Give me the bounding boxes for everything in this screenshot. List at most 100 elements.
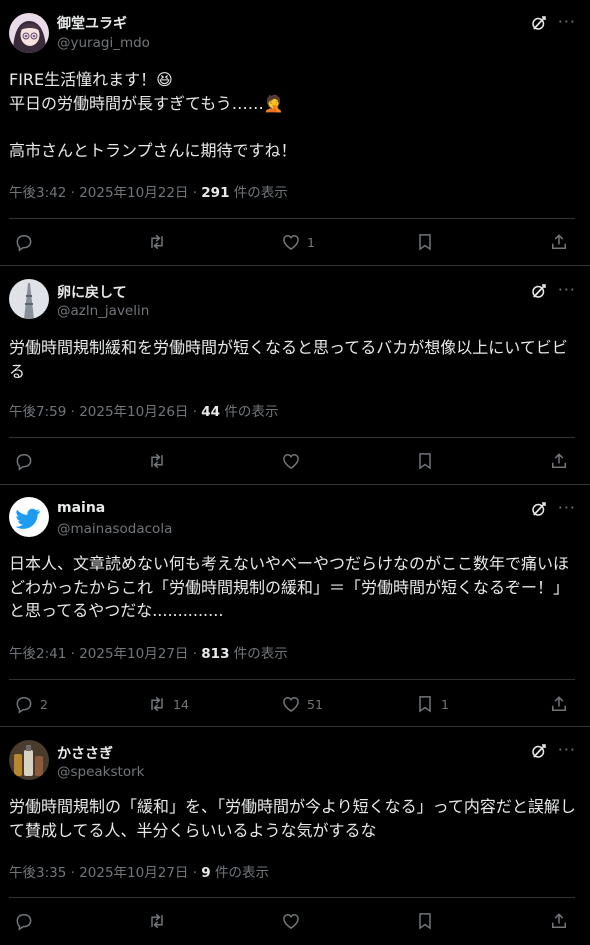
more-options-button[interactable]: ··· [558,500,576,516]
bookmark-button[interactable] [415,449,441,473]
like-button[interactable] [281,909,307,933]
repost-count: 14 [173,696,189,712]
like-button[interactable]: 1 [281,230,315,254]
more-options-button[interactable]: ··· [558,742,576,758]
share-icon [549,911,569,931]
repost-icon [147,694,167,714]
avatar-bird-image [9,497,49,537]
post-meta[interactable]: 午後3:35 · 2025年10月27日 · 9 件の表示 [9,861,269,881]
view-count-label: 件の表示 [229,646,288,662]
post-2[interactable]: 卵に戻して @azln_javelin ··· 労働時間規制緩和を労働時間が短く… [0,266,590,485]
view-count: 813 [201,646,230,662]
reply-count: 2 [40,696,48,712]
post-timestamp[interactable]: 午後3:42 · 2025年10月22日 · [9,185,201,201]
view-count: 9 [201,865,211,881]
share-button[interactable] [549,692,569,716]
post-timestamp[interactable]: 午後2:41 · 2025年10月27日 · [9,646,201,662]
user-handle[interactable]: @speakstork [57,764,144,780]
display-name[interactable]: 卵に戻して [57,282,127,302]
post-meta[interactable]: 午後7:59 · 2025年10月26日 · 44 件の表示 [9,400,278,420]
divider [9,437,575,438]
repost-button[interactable] [147,909,173,933]
action-bar: 2 14 51 1 [0,692,590,716]
post-meta[interactable]: 午後2:41 · 2025年10月27日 · 813 件の表示 [9,642,288,662]
share-icon [549,232,569,252]
grok-icon[interactable] [530,282,548,300]
more-options-button[interactable]: ··· [558,282,576,298]
user-handle[interactable]: @mainasodacola [57,521,172,537]
post-timestamp[interactable]: 午後3:35 · 2025年10月27日 · [9,865,201,881]
repost-icon [147,232,167,252]
like-button[interactable]: 51 [281,692,323,716]
share-icon [549,451,569,471]
bookmark-icon [415,451,435,471]
avatar-anime-girl-image [9,13,49,53]
like-button[interactable] [281,449,307,473]
like-count: 51 [307,696,323,712]
reply-button[interactable] [14,449,40,473]
post-3[interactable]: maina @mainasodacola ··· 日本人、文章読めない何も考えな… [0,485,590,727]
action-bar [0,909,590,933]
bookmark-count: 1 [441,696,449,712]
post-timestamp[interactable]: 午後7:59 · 2025年10月26日 · [9,404,201,420]
grok-icon[interactable] [530,14,548,32]
view-count-label: 件の表示 [210,865,269,881]
like-icon [281,694,301,714]
more-options-button[interactable]: ··· [558,14,576,30]
avatar[interactable] [9,497,49,537]
bookmark-icon [415,694,435,714]
post-4[interactable]: かささぎ @speakstork ··· 労働時間規制の「緩和」を、「労働時間が… [0,727,590,945]
post-meta[interactable]: 午後3:42 · 2025年10月22日 · 291 件の表示 [9,181,288,201]
share-button[interactable] [549,230,569,254]
reply-icon [14,451,34,471]
repost-button[interactable]: 14 [147,692,189,716]
view-count: 44 [201,404,221,420]
user-handle[interactable]: @azln_javelin [57,303,149,319]
action-bar [0,449,590,473]
view-count-label: 件の表示 [229,185,288,201]
repost-button[interactable] [147,449,173,473]
reply-icon [14,232,34,252]
reply-icon [14,911,34,931]
divider [9,679,575,680]
reply-button[interactable] [14,909,40,933]
repost-icon [147,911,167,931]
like-icon [281,911,301,931]
avatar[interactable] [9,279,49,319]
bookmark-button[interactable] [415,909,441,933]
bookmark-icon [415,911,435,931]
share-button[interactable] [549,909,569,933]
repost-button[interactable] [147,230,173,254]
repost-icon [147,451,167,471]
display-name[interactable]: maina [57,500,105,516]
bookmark-icon [415,232,435,252]
share-icon [549,694,569,714]
reply-icon [14,694,34,714]
like-icon [281,232,301,252]
avatar[interactable] [9,740,49,780]
reply-button[interactable] [14,230,40,254]
user-handle[interactable]: @yuragi_mdo [57,35,150,51]
post-text: 労働時間規制の「緩和」を、「労働時間が今より短くなる」って内容だと誤解して賛成し… [9,797,576,840]
grok-icon[interactable] [530,500,548,518]
avatar-bottles-image [9,740,49,780]
post-text: 労働時間規制緩和を労働時間が短くなると思ってるバカが想像以上にいてビビる [9,338,568,381]
reply-button[interactable]: 2 [14,692,48,716]
action-bar: 1 [0,230,590,254]
post-text: FIRE生活憧れます！😆 平日の労働時間が長すぎてもう……🤦 高市さんとトランプ… [9,70,297,160]
bookmark-button[interactable] [415,230,441,254]
like-count: 1 [307,234,315,250]
like-icon [281,451,301,471]
avatar[interactable] [9,13,49,53]
post-text: 日本人、文章読めない何も考えないやべーやつだらけなのがここ数年で痛いほどわかった… [9,554,570,620]
view-count-label: 件の表示 [220,404,279,420]
bookmark-button[interactable]: 1 [415,692,449,716]
divider [9,218,575,219]
avatar-tower-image [9,279,49,319]
view-count: 291 [201,185,230,201]
display-name[interactable]: かささぎ [57,743,113,763]
post-1[interactable]: 御堂ユラギ @yuragi_mdo ··· FIRE生活憧れます！😆 平日の労働… [0,0,590,266]
display-name[interactable]: 御堂ユラギ [57,13,127,33]
share-button[interactable] [549,449,569,473]
grok-icon[interactable] [530,742,548,760]
